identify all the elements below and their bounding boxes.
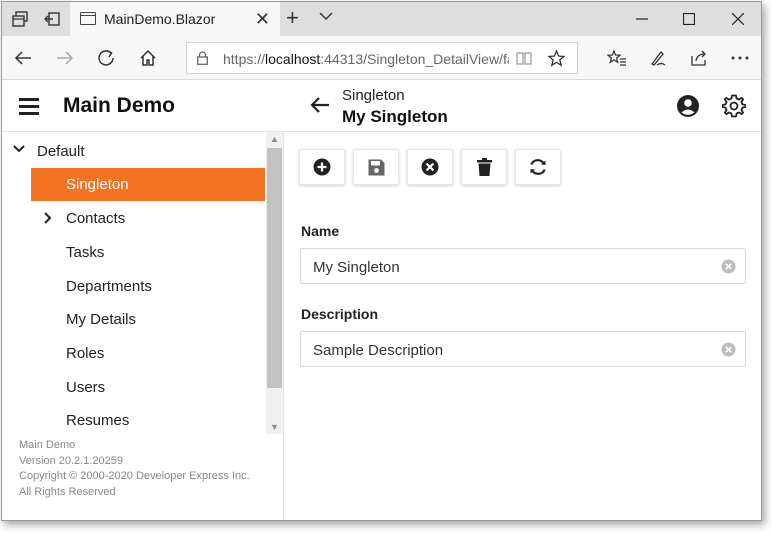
sidebar-item-label: Contacts — [66, 210, 126, 227]
sidebar-item-my-details[interactable]: My Details — [31, 303, 265, 336]
name-label: Name — [301, 223, 340, 239]
sidebar-item-tasks[interactable]: Tasks — [31, 236, 265, 269]
title-bar: MainDemo.Blazor ✕ + — [2, 2, 761, 36]
name-field-value: My Singleton — [313, 259, 400, 276]
breadcrumb-parent[interactable]: Singleton — [342, 87, 405, 104]
tab-groups-icon[interactable] — [8, 7, 32, 31]
new-button[interactable] — [299, 149, 345, 185]
sidebar-item-label: My Details — [66, 311, 137, 328]
sidebar-item-contacts[interactable]: Contacts — [31, 202, 265, 235]
sidebar-item-roles[interactable]: Roles — [31, 337, 265, 370]
sidebar-item-singleton[interactable]: Singleton — [31, 168, 265, 201]
app-title: Main Demo — [63, 94, 176, 117]
favorite-star-icon[interactable] — [547, 49, 566, 72]
cancel-icon — [421, 158, 439, 176]
sidebar-item-resumes[interactable]: Resumes — [31, 404, 265, 434]
sidebar: Default Singleton Contacts Tasks Departm… — [2, 132, 284, 520]
footer-rights: All Rights Reserved — [19, 485, 116, 498]
back-arrow-icon[interactable] — [309, 94, 331, 121]
delete-button[interactable] — [461, 149, 507, 185]
back-icon[interactable] — [11, 46, 35, 70]
forward-icon[interactable] — [53, 46, 77, 70]
app-header: Main Demo Singleton My Singleton — [2, 80, 761, 132]
new-tab-icon[interactable]: + — [286, 5, 299, 31]
scrollbar-thumb[interactable] — [267, 148, 282, 388]
reading-view-icon[interactable] — [516, 51, 532, 71]
account-icon[interactable] — [676, 94, 700, 118]
browser-window: MainDemo.Blazor ✕ + https://localhost:44… — [1, 1, 762, 521]
chevron-right-icon[interactable] — [44, 212, 52, 224]
address-bar[interactable]: https://localhost:44313/Singleton_Detail… — [186, 42, 578, 74]
app: Main Demo Singleton My Singleton Default — [2, 80, 761, 520]
tab-title: MainDemo.Blazor — [104, 11, 216, 27]
footer-copyright: Copyright © 2000-2020 Developer Express … — [19, 470, 250, 482]
refresh-icon — [530, 159, 546, 175]
scroll-down-icon[interactable]: ▼ — [269, 422, 280, 432]
sidebar-item-label: Singleton — [66, 176, 129, 193]
home-icon[interactable] — [136, 46, 160, 70]
clear-icon[interactable] — [721, 259, 736, 274]
page-icon — [80, 12, 96, 25]
sidebar-item-label: Roles — [66, 345, 105, 362]
save-icon — [368, 159, 384, 175]
sidebar-item-label: Resumes — [66, 412, 130, 429]
sidebar-item-label: Departments — [66, 278, 152, 295]
lock-icon — [197, 51, 208, 65]
footer-app-name: Main Demo — [19, 439, 76, 451]
chevron-down-icon[interactable] — [13, 145, 25, 153]
name-field[interactable]: My Singleton — [300, 248, 746, 284]
minimize-icon[interactable] — [619, 2, 665, 36]
save-button[interactable] — [353, 149, 399, 185]
sidebar-item-label: Users — [66, 379, 106, 396]
browser-tab[interactable]: MainDemo.Blazor ✕ — [70, 2, 280, 36]
sidebar-item-label: Tasks — [66, 244, 105, 261]
description-field[interactable]: Sample Description — [300, 331, 746, 367]
delete-icon — [476, 158, 492, 176]
page-title: My Singleton — [342, 107, 448, 126]
clear-icon[interactable] — [721, 342, 736, 357]
footer-version: Version 20.2.1.20259 — [19, 454, 123, 467]
url-text: https://localhost:44313/Singleton_Detail… — [223, 51, 509, 67]
share-icon[interactable] — [687, 46, 711, 70]
description-field-value: Sample Description — [313, 342, 444, 359]
set-aside-tabs-icon[interactable] — [40, 7, 64, 31]
detail-view: Name My Singleton Description Sample Des… — [285, 132, 761, 520]
sidebar-scrollbar[interactable]: ▲ ▼ — [266, 132, 283, 434]
new-icon — [313, 158, 331, 176]
description-label: Description — [301, 306, 379, 322]
nav-group-label: Default — [37, 143, 85, 160]
address-toolbar: https://localhost:44313/Singleton_Detail… — [2, 36, 761, 80]
sidebar-item-users[interactable]: Users — [31, 371, 265, 404]
scroll-up-icon[interactable]: ▲ — [269, 134, 280, 144]
nav-group-default[interactable]: Default — [2, 134, 266, 166]
settings-gear-icon[interactable] — [721, 94, 747, 118]
refresh-page-icon[interactable] — [94, 46, 118, 70]
refresh-button[interactable] — [515, 149, 561, 185]
hamburger-menu-icon[interactable] — [19, 98, 39, 115]
favorites-icon[interactable] — [605, 46, 629, 70]
navigation-tree: Default Singleton Contacts Tasks Departm… — [2, 132, 266, 434]
sidebar-footer: Main Demo Version 20.2.1.20259 Copyright… — [19, 438, 250, 500]
chevron-down-icon[interactable] — [318, 8, 334, 29]
sidebar-item-departments[interactable]: Departments — [31, 270, 265, 303]
close-tab-icon[interactable]: ✕ — [255, 9, 270, 30]
more-icon[interactable] — [728, 46, 752, 70]
maximize-icon[interactable] — [666, 2, 712, 36]
pen-icon[interactable] — [646, 46, 670, 70]
close-window-icon[interactable] — [715, 2, 761, 36]
cancel-button[interactable] — [407, 149, 453, 185]
